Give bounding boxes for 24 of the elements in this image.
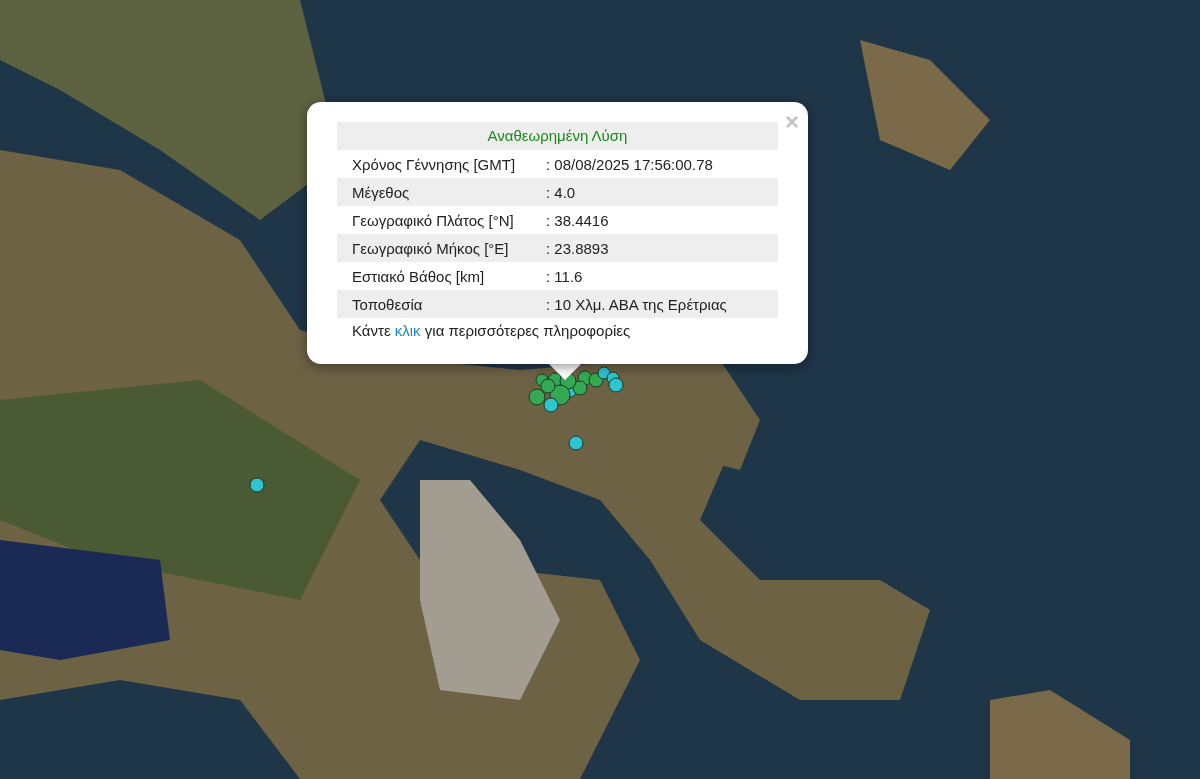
- field-value: : 4.0: [546, 183, 577, 201]
- field-label: Μέγεθος: [351, 183, 411, 201]
- popup-title: Αναθεωρημένη Λύση: [337, 122, 778, 150]
- field-value: : 23.8893: [546, 239, 610, 257]
- field-label: Τοποθεσία: [351, 295, 424, 313]
- earthquake-marker[interactable]: [568, 435, 584, 451]
- earthquake-marker[interactable]: [540, 378, 556, 394]
- field-label: Γεωγραφικό Πλάτος [°N]: [351, 211, 515, 229]
- field-value: : 08/08/2025 17:56:00.78: [546, 155, 714, 173]
- more-info-text: Κάντε κλικ για περισσότερες πληροφορίες: [351, 322, 632, 339]
- earthquake-marker[interactable]: [528, 388, 546, 406]
- field-label: Γεωγραφικό Μήκος [°E]: [351, 239, 510, 257]
- earthquake-marker[interactable]: [572, 380, 588, 396]
- field-label: Χρόνος Γέννησης [GMT]: [351, 155, 517, 173]
- field-value: : 38.4416: [546, 211, 610, 229]
- more-info-link[interactable]: κλικ: [394, 322, 421, 339]
- earthquake-marker[interactable]: [608, 377, 624, 393]
- field-value: : 10 Χλμ. ΑΒΑ της Ερέτριας: [546, 295, 728, 313]
- earthquake-marker[interactable]: [249, 477, 265, 493]
- earthquake-marker[interactable]: [597, 366, 611, 380]
- earthquake-marker[interactable]: [543, 397, 559, 413]
- field-value: : 11.6: [546, 267, 584, 285]
- field-label: Εστιακό Βάθος [km]: [351, 267, 486, 285]
- earthquake-marker[interactable]: [588, 372, 604, 388]
